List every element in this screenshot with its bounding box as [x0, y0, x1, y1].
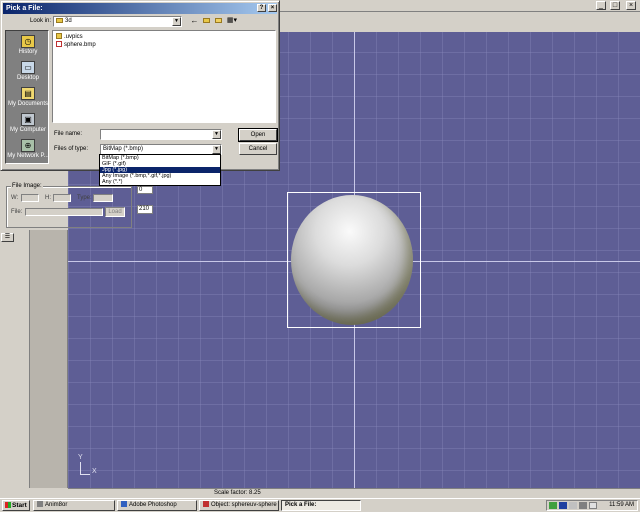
- anim8or-icon: [37, 501, 43, 508]
- height-label: H:: [45, 195, 51, 201]
- place-desktop[interactable]: ▭ Desktop: [6, 59, 50, 85]
- place-network[interactable]: ⊕ My Network P...: [6, 137, 50, 163]
- file-type-option[interactable]: Any (*.*): [100, 179, 220, 185]
- file-type-options-list[interactable]: BitMap (*.bmp) GIF (*.gif) Jpg (*.jpg) A…: [99, 154, 221, 186]
- place-label: Desktop: [16, 75, 39, 81]
- height-field: [53, 194, 71, 202]
- task-label: Adobe Photoshop: [129, 502, 177, 508]
- my-documents-icon: ▤: [21, 87, 35, 100]
- place-label: History: [18, 49, 38, 55]
- desktop-icon: ▭: [21, 61, 35, 74]
- up-folder-icon[interactable]: [201, 16, 211, 26]
- type-field: [93, 194, 113, 202]
- chevron-down-icon[interactable]: ▼: [212, 130, 221, 139]
- chevron-down-icon[interactable]: ▼: [172, 17, 181, 26]
- taskbar-item-anim8or[interactable]: Anim8or: [33, 500, 115, 511]
- type-label: Type:: [77, 195, 92, 201]
- start-label: Start: [12, 502, 27, 509]
- files-of-type-label: Files of type:: [54, 146, 89, 152]
- new-folder-icon[interactable]: [213, 16, 223, 26]
- place-label: My Documents: [7, 101, 48, 107]
- file-name-label: File name:: [54, 131, 83, 137]
- file-image-group: File Image: W: H: Type: File: Load: [6, 183, 132, 228]
- start-button[interactable]: Start: [2, 500, 30, 511]
- file-name-input[interactable]: ▼: [100, 129, 222, 140]
- list-item[interactable]: sphere.bmp: [56, 41, 96, 49]
- open-button[interactable]: Open: [238, 128, 278, 142]
- file-list[interactable]: .uvpics sphere.bmp: [52, 30, 276, 123]
- status-bar: Scale factor: 8.25: [68, 488, 640, 498]
- status-text: Scale factor: 8.25: [214, 490, 261, 496]
- file-name: .uvpics: [64, 34, 83, 40]
- windows-logo-icon: [5, 502, 11, 509]
- places-bar: ◷ History ▭ Desktop ▤ My Documents ▣ My …: [5, 30, 49, 164]
- tray-app-icon[interactable]: [569, 502, 577, 509]
- task-label: Anim8or: [45, 502, 68, 508]
- grid-toggle-icon[interactable]: ☰: [1, 233, 14, 242]
- help-icon[interactable]: ?: [257, 4, 266, 12]
- my-computer-icon: ▣: [21, 113, 35, 126]
- file-label: File:: [11, 209, 23, 215]
- load-button[interactable]: Load: [105, 207, 125, 217]
- history-icon: ◷: [21, 35, 35, 48]
- folder-icon: [56, 33, 62, 40]
- maximize-icon[interactable]: □: [610, 1, 620, 10]
- axis-gizmo: Y X: [76, 454, 106, 480]
- cancel-button[interactable]: Cancel: [239, 143, 277, 155]
- dialog-title: Pick a File:: [6, 5, 43, 12]
- app-toolbar: [280, 12, 640, 32]
- taskbar-item-photoshop[interactable]: Adobe Photoshop: [117, 500, 197, 511]
- list-item[interactable]: .uvpics: [56, 33, 83, 41]
- look-in-dropdown[interactable]: 3d ▼: [53, 16, 182, 27]
- look-in-label: Look in:: [30, 18, 52, 24]
- network-places-icon: ⊕: [21, 139, 35, 152]
- file-path-field: [25, 208, 103, 216]
- left-toolbar: [0, 230, 30, 488]
- clock[interactable]: 11:59 AM: [609, 501, 634, 510]
- taskbar: Start Anim8or Adobe Photoshop Object: sp…: [0, 498, 640, 512]
- chevron-down-icon[interactable]: ▼: [212, 145, 221, 154]
- volume-icon[interactable]: [589, 502, 597, 509]
- place-my-computer[interactable]: ▣ My Computer: [6, 111, 50, 137]
- look-in-value: 3d: [65, 18, 72, 24]
- place-label: My Computer: [9, 127, 46, 133]
- back-icon[interactable]: ←: [190, 16, 199, 26]
- tray-app-icon[interactable]: [579, 502, 587, 509]
- width-field: [21, 194, 39, 202]
- files-of-type-value: BitMap (*.bmp): [103, 146, 144, 152]
- left-toolbar-secondary: [30, 230, 68, 488]
- axis-x-label: X: [92, 468, 97, 475]
- photoshop-icon: [121, 501, 127, 508]
- value-field-1[interactable]: 0: [137, 186, 153, 194]
- width-label: W:: [11, 195, 19, 201]
- axis-y-label: Y: [78, 454, 83, 461]
- place-my-documents[interactable]: ▤ My Documents: [6, 85, 50, 111]
- system-tray: 11:59 AM: [546, 500, 638, 511]
- folder-icon: [56, 17, 63, 23]
- file-name: sphere.bmp: [64, 42, 96, 48]
- taskbar-item-object[interactable]: Object: sphereuv-sphere: [199, 500, 279, 511]
- file-image-group-label: File Image:: [11, 183, 43, 189]
- dialog-title-bar[interactable]: Pick a File:: [3, 3, 277, 14]
- place-label: My Network P...: [7, 153, 49, 159]
- task-label: Object: sphereuv-sphere: [211, 502, 277, 508]
- tray-app-icon[interactable]: [549, 502, 557, 509]
- place-history[interactable]: ◷ History: [6, 33, 50, 59]
- minimize-icon[interactable]: _: [596, 1, 606, 10]
- taskbar-item-pick-file[interactable]: Pick a File:: [281, 500, 361, 511]
- pick-file-dialog: Pick a File: ? × Look in: 3d ▼ ← ▦▾ ◷ Hi…: [0, 0, 280, 171]
- close-icon[interactable]: ×: [268, 4, 277, 12]
- value-field-2[interactable]: 210: [137, 205, 153, 214]
- app-title-bar: _ □ ×: [280, 0, 640, 12]
- view-menu-icon[interactable]: ▦▾: [225, 16, 239, 26]
- close-icon[interactable]: ×: [626, 1, 636, 10]
- bitmap-file-icon: [56, 41, 62, 48]
- sphere-object[interactable]: [291, 195, 413, 325]
- anim8or-object-icon: [203, 501, 209, 508]
- task-label: Pick a File:: [285, 502, 317, 508]
- tray-app-icon[interactable]: [559, 502, 567, 509]
